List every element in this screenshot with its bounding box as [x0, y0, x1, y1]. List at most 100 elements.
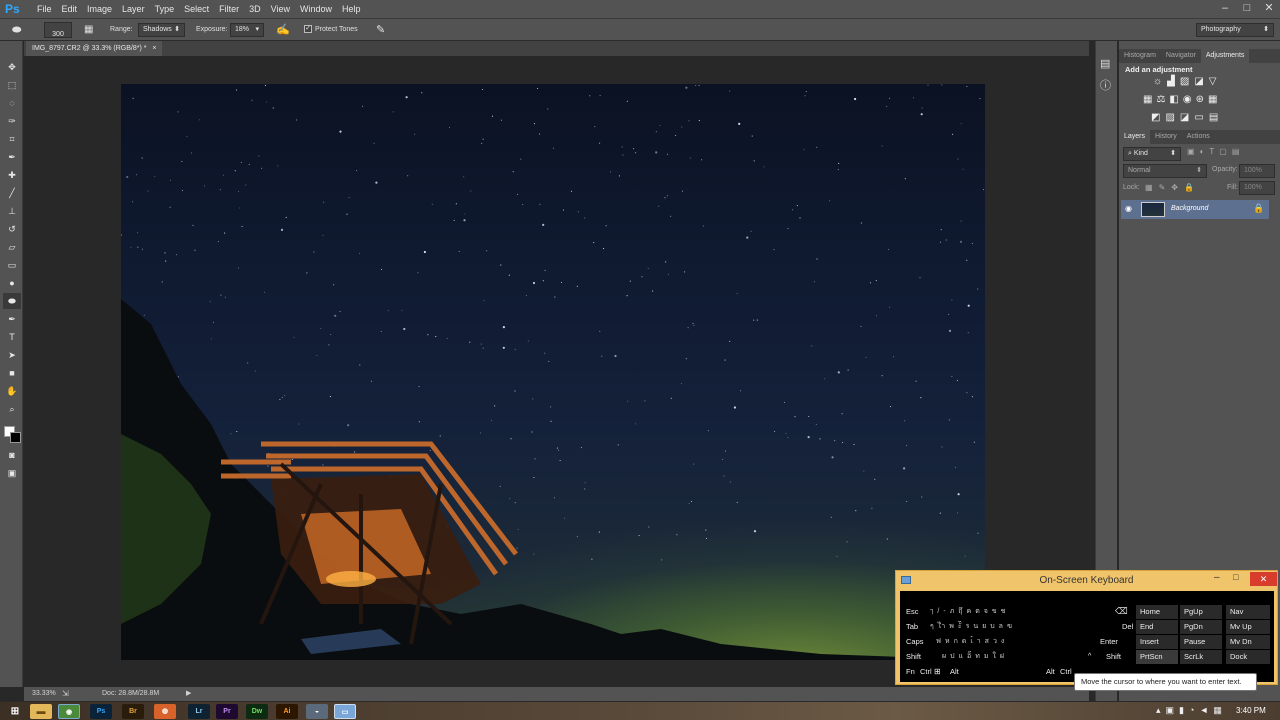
key-pgup[interactable]: PgUp [1180, 605, 1222, 619]
menu-window[interactable]: Window [295, 0, 337, 19]
selective-color-icon[interactable]: ▤ [1209, 112, 1223, 123]
path-select-tool-icon[interactable]: ➤ [3, 347, 21, 363]
key-scrlk[interactable]: ScrLk [1180, 650, 1222, 664]
key-nav[interactable]: Nav [1226, 605, 1270, 619]
taskbar-illustrator-icon[interactable]: Ai [276, 704, 298, 719]
key-mv-dn[interactable]: Mv Dn [1226, 635, 1270, 649]
key-mv-up[interactable]: Mv Up [1226, 620, 1270, 634]
lock-position-icon[interactable]: ✥ [1171, 183, 1184, 192]
marquee-tool-icon[interactable]: ⬚ [3, 77, 21, 93]
eraser-tool-icon[interactable]: ▱ [3, 239, 21, 255]
key-prtscn[interactable]: PrtScn [1136, 650, 1178, 664]
black-white-icon[interactable]: ◧ [1169, 94, 1182, 105]
close-icon[interactable]: ✕ [1258, 0, 1280, 19]
key-row-home[interactable]: ฟหกดเ้่าสวง [936, 636, 1106, 649]
key-del[interactable]: Del [1118, 620, 1133, 634]
dodge-tool-icon[interactable]: ⬬ [12, 19, 21, 41]
tab-histogram[interactable]: Histogram [1119, 49, 1161, 63]
key-row-bottom[interactable]: ผปแอิืทมใฝ [942, 651, 1092, 664]
threshold-icon[interactable]: ◪ [1180, 112, 1194, 123]
layer-row-background[interactable]: ◉ Background 🔒 [1121, 200, 1269, 219]
firefox-icon[interactable]: ◍ [154, 704, 176, 719]
key-enter[interactable]: Enter [1096, 635, 1118, 649]
photo-filter-icon[interactable]: ◉ [1183, 94, 1196, 105]
tray-wifi-icon[interactable]: ◔ [1189, 705, 1199, 715]
tray-network-icon[interactable]: ▮ [1179, 705, 1189, 715]
pressure-size-icon[interactable]: ✎ [376, 19, 385, 41]
key-ctrl-right[interactable]: Ctrl [1056, 665, 1072, 679]
menu-layer[interactable]: Layer [117, 0, 150, 19]
brightness-icon[interactable]: ☼ [1153, 76, 1167, 87]
taskbar-lightroom-icon[interactable]: Lr [188, 704, 210, 719]
document-image[interactable] [121, 84, 985, 660]
menu-view[interactable]: View [266, 0, 295, 19]
file-explorer-icon[interactable]: ▬ [30, 704, 52, 719]
key-esc[interactable]: Esc [902, 605, 919, 619]
menu-filter[interactable]: Filter [214, 0, 244, 19]
pen-tool-icon[interactable]: ✒ [3, 311, 21, 327]
menu-3d[interactable]: 3D [244, 0, 266, 19]
visibility-eye-icon[interactable]: ◉ [1125, 204, 1132, 213]
healing-brush-tool-icon[interactable]: ✚ [3, 167, 21, 183]
backspace-icon[interactable]: ⌫ [1115, 606, 1128, 617]
status-menu-icon[interactable]: ▶ [186, 687, 191, 701]
opacity-input[interactable]: 100% [1239, 164, 1275, 178]
blur-tool-icon[interactable]: ● [3, 275, 21, 291]
tray-language-icon[interactable]: ▦ [1213, 705, 1227, 715]
menu-type[interactable]: Type [150, 0, 180, 19]
quick-mask-icon[interactable]: ◙ [3, 447, 21, 463]
key-tab[interactable]: Tab [902, 620, 918, 634]
gradient-map-icon[interactable]: ▭ [1194, 112, 1208, 123]
key-alt-left[interactable]: Alt [946, 665, 959, 679]
tray-app-icon[interactable]: ▣ [1166, 705, 1180, 715]
menu-select[interactable]: Select [179, 0, 214, 19]
vibrance-icon[interactable]: ▽ [1209, 76, 1222, 87]
minimize-icon[interactable]: – [1214, 572, 1220, 583]
hand-tool-icon[interactable]: ✋ [3, 383, 21, 399]
posterize-icon[interactable]: ▨ [1165, 112, 1179, 123]
tab-layers[interactable]: Layers [1119, 130, 1151, 144]
maximize-icon[interactable]: □ [1236, 0, 1258, 19]
exposure-input[interactable]: 18% ▾ [230, 23, 264, 37]
tab-history[interactable]: History [1150, 130, 1182, 144]
taskbar-dreamweaver-icon[interactable]: Dw [246, 704, 268, 719]
gradient-tool-icon[interactable]: ▭ [3, 257, 21, 273]
windows-key-icon[interactable]: ⊞ [930, 665, 941, 679]
blend-mode-select[interactable]: Normal ⬍ [1123, 164, 1207, 178]
screen-mode-icon[interactable]: ▣ [3, 465, 21, 481]
levels-icon[interactable]: ▟ [1167, 76, 1180, 87]
background-color-swatch[interactable] [10, 432, 21, 443]
minimize-icon[interactable]: – [1214, 0, 1236, 19]
start-windows-icon[interactable]: ⊞ [4, 704, 26, 719]
tab-adjustments[interactable]: Adjustments [1200, 49, 1250, 63]
brush-size-picker[interactable]: 300 [44, 22, 72, 38]
filter-smart-icon[interactable]: ▤ [1232, 147, 1245, 156]
key-alt-right[interactable]: Alt [1042, 665, 1055, 679]
zoom-level[interactable]: 33.33% [32, 687, 56, 701]
exposure-icon[interactable]: ◪ [1194, 76, 1208, 87]
key-row-numbers[interactable]: ๅ/-ภถุึคตจขช [930, 606, 1110, 619]
lasso-tool-icon[interactable]: ◌ [3, 95, 21, 111]
chrome-browser-icon[interactable]: ◉ [58, 704, 80, 719]
key-dock[interactable]: Dock [1226, 650, 1270, 664]
hue-saturation-icon[interactable]: ▦ [1143, 94, 1156, 105]
workspace-select[interactable]: Photography ⬍ [1196, 23, 1274, 37]
type-tool-icon[interactable]: T [3, 329, 21, 345]
filter-shape-icon[interactable]: ▢ [1219, 147, 1232, 156]
clock[interactable]: 3:40 PM [1236, 706, 1266, 715]
key-insert[interactable]: Insert [1136, 635, 1178, 649]
key-shift-right[interactable]: Shift [1102, 650, 1121, 664]
channel-mixer-icon[interactable]: ⊛ [1196, 94, 1208, 105]
key-fn[interactable]: Fn [902, 665, 915, 679]
airbrush-icon[interactable]: ✍ [276, 19, 290, 41]
tab-navigator[interactable]: Navigator [1161, 49, 1201, 63]
tray-volume-icon[interactable]: ◄ [1199, 705, 1213, 715]
info-icon[interactable]: ⓘ [1100, 77, 1111, 93]
move-tool-icon[interactable]: ✥ [3, 59, 21, 75]
key-home[interactable]: Home [1136, 605, 1178, 619]
properties-icon[interactable]: ▤ [1100, 57, 1110, 70]
tray-expand-icon[interactable]: ▴ [1156, 705, 1166, 715]
filter-pixel-icon[interactable]: ▣ [1187, 147, 1200, 156]
layer-kind-filter[interactable]: ⌕ Kind ⬍ [1123, 147, 1181, 161]
menu-help[interactable]: Help [337, 0, 366, 19]
